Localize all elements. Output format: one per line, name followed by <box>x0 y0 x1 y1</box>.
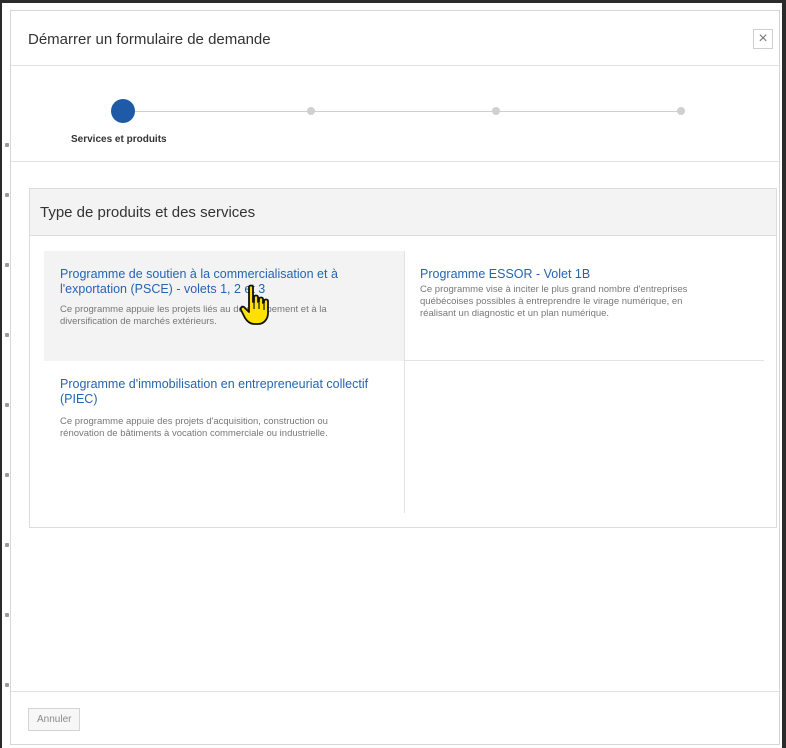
program-card-description: Ce programme appuie les projets liés au … <box>60 304 327 327</box>
step-1-active <box>111 99 135 123</box>
page: Démarrer un formulaire de demande × Serv… <box>0 0 786 748</box>
program-card-description: Ce programme appuie des projets d'acquis… <box>60 416 328 439</box>
window-frame-top <box>0 0 786 3</box>
card-divider <box>404 361 405 513</box>
stepper-track <box>123 111 681 112</box>
dialog-footer: Annuler <box>11 691 779 747</box>
dialog-title: Démarrer un formulaire de demande <box>28 31 271 48</box>
cancel-button[interactable]: Annuler <box>28 708 81 731</box>
program-card-title[interactable]: Programme d'immobilisation en entreprene… <box>60 377 380 407</box>
background-edge-marks <box>2 0 10 748</box>
progress-stepper: Services et produits <box>11 66 779 162</box>
step-4 <box>677 107 685 115</box>
program-card-psce[interactable]: Programme de soutien à la commercialisat… <box>44 251 404 361</box>
program-card-piec[interactable]: Programme d'immobilisation en entreprene… <box>44 361 404 513</box>
dialog-header: Démarrer un formulaire de demande × <box>11 11 779 66</box>
start-request-dialog: Démarrer un formulaire de demande × Serv… <box>10 10 780 745</box>
program-card-essor[interactable]: Programme ESSOR - Volet 1B Ce programme … <box>404 251 764 361</box>
close-icon: × <box>758 30 768 47</box>
step-1-label: Services et produits <box>71 134 167 145</box>
window-frame-right <box>782 0 786 748</box>
step-2 <box>307 107 315 115</box>
program-card-title[interactable]: Programme de soutien à la commercialisat… <box>60 267 380 297</box>
program-card-title[interactable]: Programme ESSOR - Volet 1B <box>420 267 740 282</box>
panel-title: Type de produits et des services <box>40 204 256 221</box>
close-button[interactable]: × <box>753 29 773 49</box>
panel-header: Type de produits et des services <box>30 189 776 236</box>
program-card-description: Ce programme vise à inciter le plus gran… <box>420 284 688 319</box>
hand-pointer-icon <box>239 284 269 325</box>
product-type-panel: Type de produits et des services Program… <box>29 188 777 528</box>
step-3 <box>492 107 500 115</box>
